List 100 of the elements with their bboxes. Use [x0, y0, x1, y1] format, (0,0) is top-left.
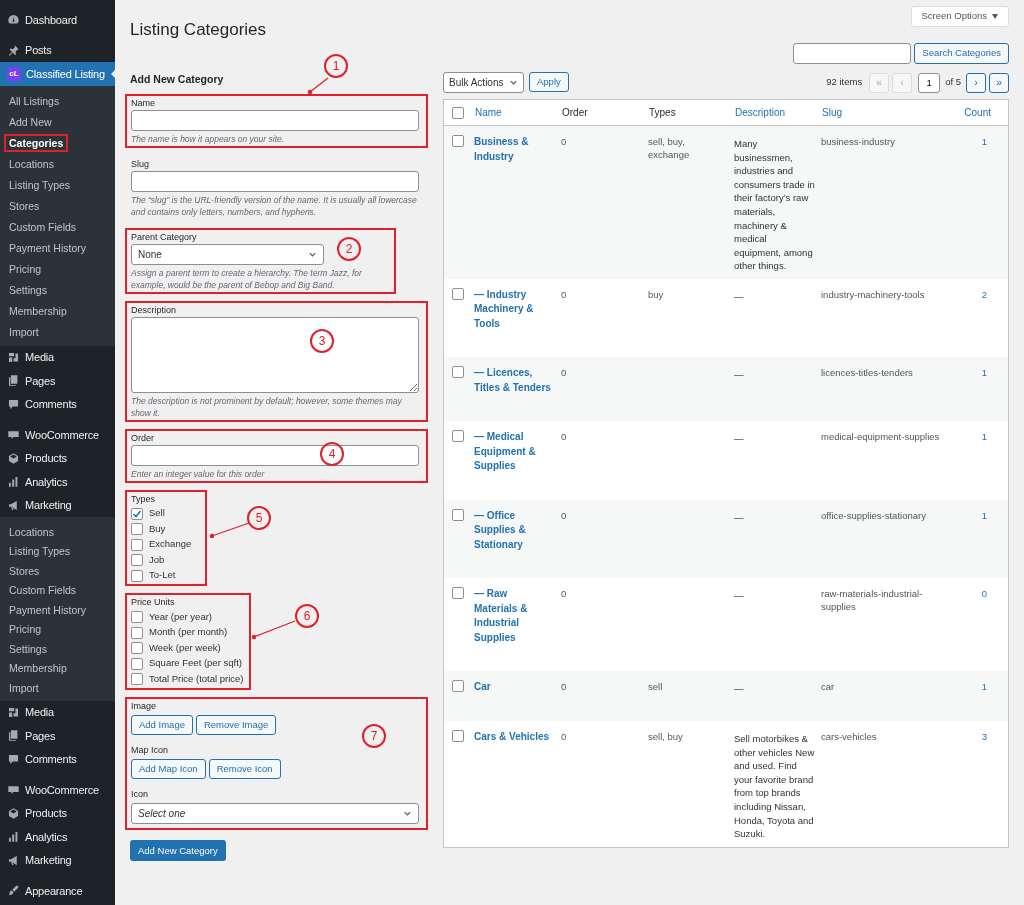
menu-item[interactable]: WooCommerce: [0, 416, 115, 447]
column-header[interactable]: Name: [474, 105, 561, 120]
text-area[interactable]: [131, 316, 419, 393]
category-name-link[interactable]: — Licences, Titles & Tenders: [474, 357, 561, 422]
count-link[interactable]: 1: [961, 499, 1009, 524]
submenu-item[interactable]: Payment History: [4, 239, 92, 257]
count-link[interactable]: 1: [961, 421, 1009, 445]
count-link[interactable]: 2: [961, 278, 1009, 303]
count-link[interactable]: 0: [961, 578, 1009, 602]
menu-item[interactable]: Dashboard: [0, 8, 115, 32]
menu-item[interactable]: Media: [0, 345, 115, 369]
submenu-item[interactable]: Settings: [4, 281, 52, 299]
pagination-button[interactable]: ›: [966, 72, 986, 93]
category-name-link[interactable]: Car: [474, 671, 561, 721]
submit-button[interactable]: Add New Category: [130, 840, 226, 862]
checkbox[interactable]: [452, 508, 464, 521]
submenu-item[interactable]: Stores: [4, 197, 45, 215]
checkbox[interactable]: [452, 135, 464, 147]
field-label: Parent Category: [131, 230, 198, 243]
menu-item[interactable]: Marketing: [0, 493, 115, 517]
submenu-item[interactable]: Listing Types: [4, 542, 76, 561]
column-header[interactable]: Slug: [821, 105, 961, 120]
category-name-link[interactable]: — Raw Materials & Industrial Supplies: [474, 578, 561, 672]
menu-item[interactable]: Pages: [0, 369, 115, 393]
text-field[interactable]: [131, 444, 419, 466]
checkbox[interactable]: [131, 538, 143, 551]
checkbox[interactable]: [131, 569, 143, 582]
checkbox[interactable]: [452, 287, 464, 300]
count-link[interactable]: 1: [961, 671, 1009, 695]
menu-item[interactable]: Analytics: [0, 470, 115, 494]
pin-icon: [7, 43, 20, 57]
menu-item[interactable]: Marketing: [0, 848, 115, 872]
submenu-item[interactable]: Categories: [4, 134, 69, 152]
bulk-actions-select[interactable]: Bulk Actions: [443, 72, 524, 93]
menu-item[interactable]: Pages: [0, 724, 115, 748]
submenu-item[interactable]: Locations: [4, 155, 59, 173]
submenu-item[interactable]: Pricing: [4, 620, 47, 639]
category-name-link[interactable]: Cars & Vehicles: [474, 720, 561, 771]
parent-select[interactable]: None: [131, 243, 324, 265]
checkbox[interactable]: [131, 657, 143, 670]
checkbox[interactable]: [452, 680, 464, 693]
submenu-item[interactable]: Locations: [4, 522, 59, 541]
upload-button[interactable]: Add Map Icon: [131, 758, 206, 779]
checkbox[interactable]: [452, 106, 464, 119]
pagination-button[interactable]: »: [989, 72, 1009, 93]
submenu-item[interactable]: Custom Fields: [4, 581, 82, 600]
submenu-item[interactable]: Pricing: [4, 260, 47, 278]
page-number-field[interactable]: 1: [918, 72, 941, 93]
search-button[interactable]: Search Categories: [914, 43, 1009, 64]
submenu-item[interactable]: Add New: [4, 113, 57, 131]
menu-item[interactable]: Media: [0, 700, 115, 724]
checkbox[interactable]: [131, 673, 143, 685]
menu-item[interactable]: Comments: [0, 392, 115, 416]
checkbox[interactable]: [452, 366, 464, 379]
submenu-item[interactable]: Payment History: [4, 600, 92, 619]
column-header[interactable]: Count: [961, 105, 1009, 120]
menu-item[interactable]: Products: [0, 446, 115, 470]
submenu-item[interactable]: Membership: [4, 659, 72, 678]
search-field[interactable]: [793, 43, 912, 64]
column-header[interactable]: Description: [734, 105, 821, 120]
submenu-item[interactable]: Listing Types: [4, 176, 76, 194]
checkbox[interactable]: [131, 554, 143, 566]
submenu-item[interactable]: Custom Fields: [4, 218, 82, 236]
icon-select[interactable]: Select one: [131, 802, 419, 824]
menu-item[interactable]: WooCommerce: [0, 771, 115, 802]
checkbox[interactable]: [131, 507, 143, 520]
menu-item[interactable]: Posts: [0, 31, 115, 62]
category-name-link[interactable]: — Office Supplies & Stationary: [474, 499, 561, 579]
count-link[interactable]: 1: [961, 126, 1009, 150]
menu-item[interactable]: Comments: [0, 747, 115, 771]
checkbox[interactable]: [452, 430, 464, 443]
submenu-item[interactable]: Membership: [4, 302, 72, 320]
checkbox[interactable]: [131, 611, 143, 623]
checkbox[interactable]: [452, 587, 464, 600]
apply-button[interactable]: Apply: [529, 72, 569, 92]
text-field[interactable]: [131, 170, 419, 192]
category-name-link[interactable]: — Industry Machinery & Tools: [474, 278, 561, 358]
category-name-link[interactable]: — Medical Equipment & Supplies: [474, 421, 561, 500]
upload-button[interactable]: Add Image: [131, 714, 193, 735]
count-link[interactable]: 3: [961, 720, 1009, 745]
text-field[interactable]: [131, 109, 419, 131]
checkbox-label: Buy: [149, 521, 166, 536]
menu-item[interactable]: Analytics: [0, 825, 115, 849]
count-link[interactable]: 1: [961, 357, 1009, 381]
submenu-item[interactable]: Settings: [4, 639, 52, 658]
checkbox[interactable]: [131, 626, 143, 639]
submenu-item[interactable]: Stores: [4, 561, 45, 580]
upload-button[interactable]: Remove Icon: [208, 758, 281, 779]
menu-item[interactable]: Products: [0, 801, 115, 825]
upload-button[interactable]: Remove Image: [195, 714, 277, 735]
menu-item[interactable]: Appearance: [0, 872, 115, 903]
menu-item[interactable]: cL Classified Listing: [0, 62, 115, 86]
submenu-item[interactable]: All Listings: [4, 92, 65, 110]
category-name-link[interactable]: Business & Industry: [474, 126, 561, 190]
checkbox[interactable]: [131, 642, 143, 654]
checkbox[interactable]: [131, 523, 143, 535]
submenu-item[interactable]: Import: [4, 678, 44, 697]
screen-options-button[interactable]: Screen Options: [910, 6, 1009, 27]
checkbox[interactable]: [452, 729, 464, 742]
submenu-item[interactable]: Import: [4, 323, 44, 341]
